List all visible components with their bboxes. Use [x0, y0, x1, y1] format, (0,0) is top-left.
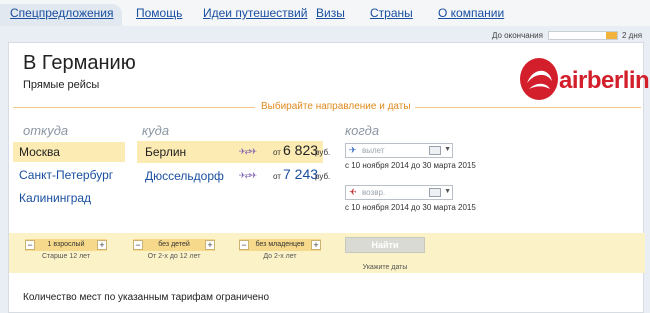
roundtrip-icon: ✈⇄✈ [239, 171, 257, 180]
airberlin-logo-mark [520, 58, 558, 100]
calendar-icon[interactable] [429, 188, 441, 197]
destination-price: 6 823 [283, 142, 319, 158]
top-nav: Спецпредложения Помощь Идеи путешествий … [0, 0, 650, 26]
destination-row-berlin[interactable]: Берлин ✈⇄✈ от 6 823 руб. [137, 141, 330, 163]
search-button[interactable]: Найти [345, 237, 425, 253]
departure-date-field[interactable]: ✈ вылет ▼ [345, 143, 453, 158]
departure-date-range: с 10 ноября 2014 до 30 марта 2015 [345, 161, 476, 170]
infants-decrease-button[interactable]: − [239, 240, 249, 250]
divider-left [13, 107, 255, 108]
offer-card: В Германию Прямые рейсы airberlin Выбира… [8, 42, 650, 313]
return-plane-icon: ✈ [349, 187, 357, 197]
destination-row-dusseldorf[interactable]: Дюссельдорф ✈⇄✈ от 7 243 руб. [137, 165, 330, 187]
calendar-icon[interactable] [429, 146, 441, 155]
search-hint: Укажите даты [362, 264, 408, 271]
limited-seats-note: Количество мест по указанным тарифам огр… [23, 292, 270, 303]
chevron-down-icon[interactable]: ▼ [444, 146, 451, 153]
infants-increase-button[interactable]: + [311, 240, 321, 250]
tab-countries[interactable]: Страны [370, 6, 413, 20]
column-to-heading: куда [142, 123, 170, 138]
destination-name: Берлин [145, 145, 187, 159]
departure-plane-icon: ✈ [349, 145, 357, 155]
destination-name: Дюссельдорф [145, 169, 224, 183]
departure-placeholder: вылет [362, 146, 385, 155]
countdown-label: До окончания [492, 31, 543, 40]
origin-item-kaliningrad[interactable]: Калининград [13, 188, 125, 208]
adults-hint: Старше 12 лет [41, 253, 91, 260]
price-prefix: от [273, 148, 281, 157]
column-from-heading: откуда [23, 123, 69, 138]
choose-direction-label: Выбирайте направление и даты [257, 101, 415, 112]
destination-price: 7 243 [283, 166, 319, 182]
children-stepper[interactable]: − без детей + [133, 239, 215, 251]
adults-stepper[interactable]: − 1 взрослый + [25, 239, 107, 251]
tab-travel-ideas[interactable]: Идеи путешествий [203, 6, 307, 20]
price-prefix: от [273, 172, 281, 181]
adults-increase-button[interactable]: + [97, 240, 107, 250]
airberlin-logo-text: airberlin [559, 67, 650, 94]
children-increase-button[interactable]: + [205, 240, 215, 250]
page-title: В Германию [23, 52, 136, 74]
origin-item-saint-petersburg[interactable]: Санкт-Петербург [13, 165, 125, 185]
chevron-down-icon[interactable]: ▼ [444, 188, 451, 195]
column-when-heading: когда [345, 123, 380, 138]
roundtrip-icon: ✈⇄✈ [239, 147, 257, 156]
adults-value: 1 взрослый [47, 241, 85, 248]
infants-value: без младенцев [255, 241, 305, 248]
origin-item-moscow[interactable]: Москва [13, 142, 125, 162]
children-hint: От 2-х до 12 лет [147, 253, 201, 260]
countdown-bar [548, 31, 618, 40]
price-currency: руб. [315, 148, 331, 157]
tab-help[interactable]: Помощь [136, 6, 182, 20]
airberlin-logo: airberlin [519, 57, 650, 103]
price-currency: руб. [315, 172, 331, 181]
return-date-range: с 10 ноября 2014 до 30 марта 2015 [345, 203, 476, 212]
children-decrease-button[interactable]: − [133, 240, 143, 250]
infants-stepper[interactable]: − без младенцев + [239, 239, 321, 251]
divider-right [411, 107, 641, 108]
adults-decrease-button[interactable]: − [25, 240, 35, 250]
tab-about[interactable]: О компании [438, 6, 504, 20]
page-subtitle: Прямые рейсы [23, 79, 100, 91]
countdown-value: 2 дня [622, 31, 643, 40]
return-placeholder: возвр. [362, 188, 386, 197]
countdown-fill [606, 32, 617, 39]
infants-hint: До 2-х лет [263, 253, 297, 260]
tab-special-offers[interactable]: Спецпредложения [10, 6, 114, 20]
children-value: без детей [158, 241, 190, 248]
passenger-bar: − 1 взрослый + Старше 12 лет − без детей… [9, 233, 645, 273]
tab-visas[interactable]: Визы [316, 6, 345, 20]
return-date-field[interactable]: ✈ возвр. ▼ [345, 185, 453, 200]
